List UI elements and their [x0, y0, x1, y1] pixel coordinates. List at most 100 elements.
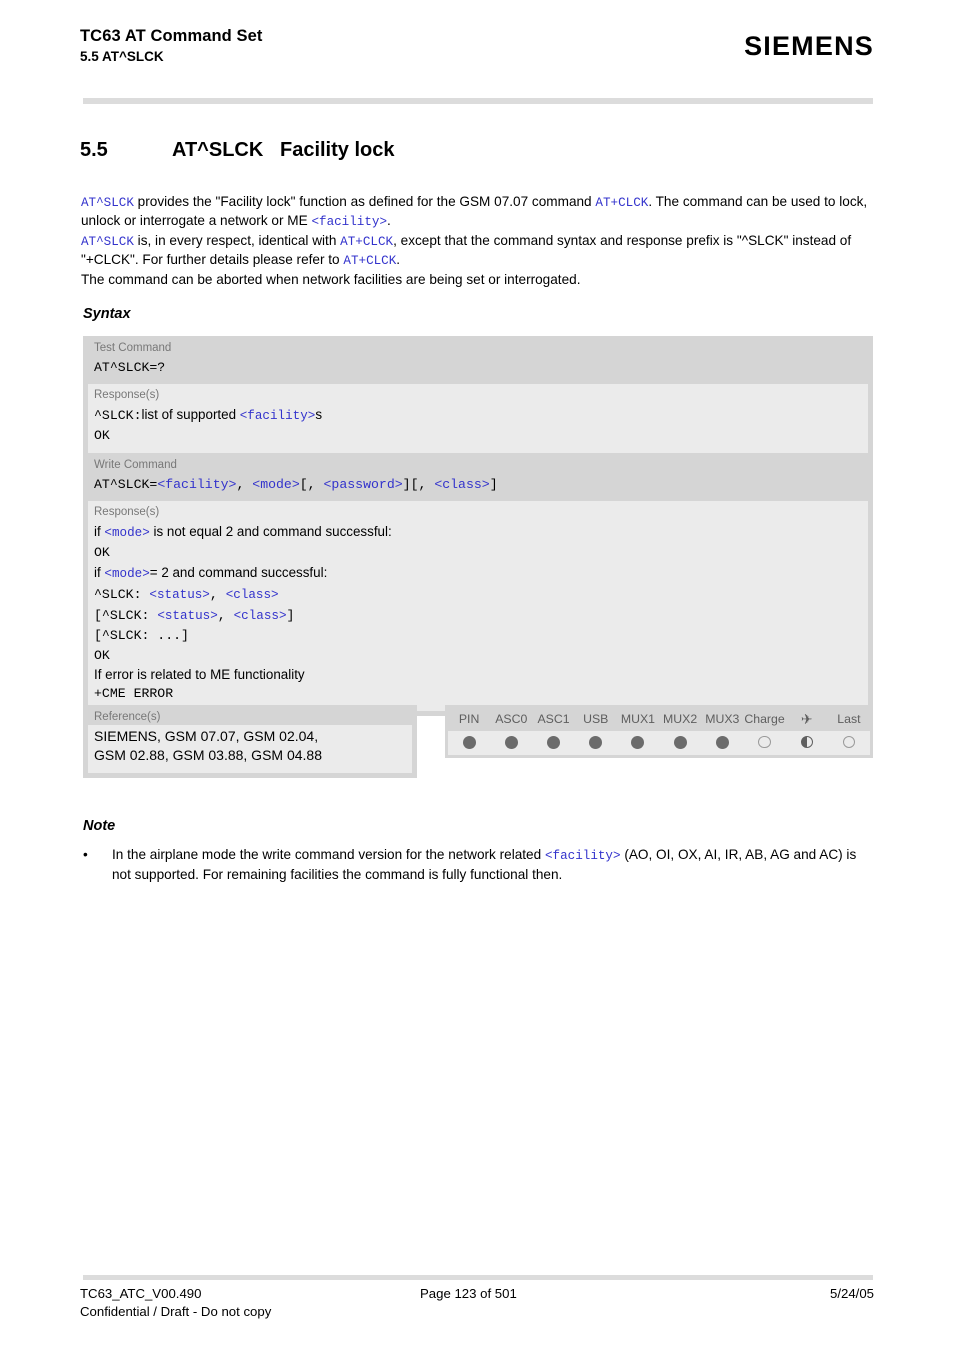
test-response-label: Response(s) [94, 389, 160, 401]
param-class-3[interactable]: <class> [234, 609, 287, 623]
wr1-a: if [94, 524, 105, 539]
param-facility-2[interactable]: <facility> [240, 409, 316, 423]
test-response-body: ^SLCK:list of supported <facility>s OK [88, 403, 868, 453]
write-response-line-2: OK [94, 545, 110, 561]
write-response-line-1: if <mode> is not equal 2 and command suc… [94, 522, 868, 543]
note-text-a: In the airplane mode the write command v… [112, 847, 545, 862]
intro-p2-f: . [396, 252, 401, 268]
footer-page-number: Page 123 of 501 [420, 1286, 517, 1301]
support-dot-full-icon [715, 736, 729, 749]
support-dot-full-icon [462, 736, 476, 749]
write-command-label: Write Command [94, 459, 177, 471]
document-page: TC63 AT Command Set 5.5 AT^SLCK SIEMENS … [0, 0, 954, 1351]
test-resp-mid: list of supported [141, 407, 240, 422]
interface-column-label-mux2: MUX2 [663, 712, 698, 726]
param-status-2[interactable]: <status> [157, 609, 217, 623]
write-response-line-7: OK [94, 647, 110, 663]
write-response-label: Response(s) [94, 506, 160, 518]
interface-column-label-asc0: ASC0 [495, 712, 528, 726]
interface-marker-pin [448, 731, 490, 755]
wr4-a: ^SLCK: [94, 586, 150, 602]
intro-text: AT^SLCK provides the "Facility lock" fun… [81, 193, 876, 289]
intro-paragraph-3: The command can be aborted when network … [81, 271, 581, 287]
header-titles: TC63 AT Command Set 5.5 AT^SLCK [80, 27, 263, 66]
section-name: Facility lock [279, 139, 395, 161]
interface-column-label-pin: PIN [458, 712, 480, 726]
interface-column-label-mux1: MUX1 [620, 712, 655, 726]
write-response-line-9: +CME ERROR [94, 686, 174, 702]
write-command-box: Write Command AT^SLCK=<facility>, <mode>… [83, 453, 873, 716]
section-number: 5.5 [80, 139, 108, 161]
interface-marker-usb [575, 731, 617, 755]
param-status-1[interactable]: <status> [149, 588, 209, 602]
interface-column-label-asc1: ASC1 [537, 712, 570, 726]
param-class-1[interactable]: <class> [434, 477, 489, 492]
test-command-syntax: AT^SLCK=? [94, 360, 166, 375]
param-mode-3[interactable]: <mode> [104, 567, 149, 581]
interface-column-label-last: Last [837, 712, 861, 726]
param-password[interactable]: <password> [324, 477, 403, 492]
write-response-body: if <mode> is not equal 2 and command suc… [88, 520, 868, 711]
interface-column-label-usb: USB [583, 712, 609, 726]
airplane-icon: ✈ [800, 711, 813, 727]
interface-marker-last [828, 731, 870, 755]
footer-row-1: TC63_ATC_V00.490 Page 123 of 501 5/24/05 [80, 1285, 874, 1303]
link-at-clck-2[interactable]: AT+CLCK [340, 235, 393, 249]
test-command-box: Test Command AT^SLCK=? Response(s) ^SLCK… [83, 336, 873, 458]
footer-date: 5/24/05 [830, 1286, 874, 1301]
footer-divider [83, 1275, 873, 1280]
wr5-a: [^SLCK: [94, 608, 158, 624]
test-response-line-1: ^SLCK:list of supported <facility>s [94, 405, 868, 426]
note-body: • In the airplane mode the write command… [83, 846, 876, 884]
reference-body-area: SIEMENS, GSM 07.07, GSM 02.04, GSM 02.88… [88, 725, 412, 773]
param-class-2[interactable]: <class> [226, 588, 279, 602]
interface-marker-charge [743, 731, 785, 755]
header-section-ref: 5.5 AT^SLCK [80, 49, 164, 64]
interface-marker-mux3 [701, 731, 743, 755]
intro-p1-f: . [387, 213, 391, 229]
support-dot-full-icon [504, 736, 518, 749]
note-bullet: • [83, 847, 88, 862]
param-facility-1[interactable]: <facility> [311, 215, 387, 229]
note-text: In the airplane mode the write command v… [112, 846, 876, 884]
write-response-line-3: if <mode>= 2 and command successful: [94, 563, 868, 584]
intro-p1-b: provides the "Facility lock" function as… [133, 194, 596, 209]
footer-doc-id: TC63_ATC_V00.490 [80, 1286, 202, 1301]
param-facility-4[interactable]: <facility> [545, 849, 621, 863]
write-cmd-a: AT^SLCK= [94, 477, 158, 492]
support-dot-full-icon [589, 736, 603, 749]
write-response-line-4: ^SLCK: <status>, <class> [94, 584, 868, 605]
siemens-logo: SIEMENS [744, 31, 874, 61]
reference-line-2: GSM 02.88, GSM 03.88, GSM 04.88 [94, 747, 322, 764]
interface-marker-asc1 [532, 731, 574, 755]
write-response-line-8: If error is related to ME functionality [94, 667, 305, 683]
test-command-label: Test Command [94, 342, 172, 354]
interface-support-table: PIN ASC0 ASC1 USB MUX1 MUX2 MUX3 Charge ✈ Last [445, 705, 873, 758]
support-dot-full-icon [631, 736, 645, 749]
interface-column-label-mux3: MUX3 [705, 712, 740, 726]
link-at-slck-1[interactable]: AT^SLCK [81, 196, 134, 210]
interface-table-header-row: PIN ASC0 ASC1 USB MUX1 MUX2 MUX3 Charge ✈ Last [448, 708, 870, 731]
write-response-line-5: [^SLCK: <status>, <class>] [94, 605, 868, 626]
param-facility-3[interactable]: <facility> [157, 477, 236, 492]
link-at-clck-3[interactable]: AT+CLCK [343, 254, 396, 268]
write-cmd-c: , [236, 477, 253, 492]
link-at-slck-2[interactable]: AT^SLCK [81, 235, 134, 249]
section-command: AT^SLCK [172, 139, 264, 161]
page-header: TC63 AT Command Set 5.5 AT^SLCK SIEMENS [80, 27, 874, 66]
support-dot-empty-icon [842, 736, 856, 749]
wr5-e: ] [286, 608, 295, 624]
param-mode-1[interactable]: <mode> [252, 477, 299, 492]
write-command-syntax: AT^SLCK=<facility>, <mode>[, <password>]… [83, 473, 873, 501]
write-response-area: Response(s) if <mode> is not equal 2 and… [88, 501, 868, 711]
syntax-heading: Syntax [83, 306, 131, 322]
reference-box: Reference(s) SIEMENS, GSM 07.07, GSM 02.… [83, 705, 417, 778]
interface-marker-mux1 [617, 731, 659, 755]
reference-body: SIEMENS, GSM 07.07, GSM 02.04, GSM 02.88… [88, 725, 412, 773]
intro-paragraph-1: AT^SLCK provides the "Facility lock" fun… [81, 193, 876, 232]
test-response-line-2: OK [94, 428, 110, 444]
param-mode-2[interactable]: <mode> [104, 526, 149, 540]
reference-line-1: SIEMENS, GSM 07.07, GSM 02.04, [94, 728, 319, 744]
support-dot-half-icon [800, 736, 813, 749]
link-at-clck-1[interactable]: AT+CLCK [595, 196, 648, 210]
